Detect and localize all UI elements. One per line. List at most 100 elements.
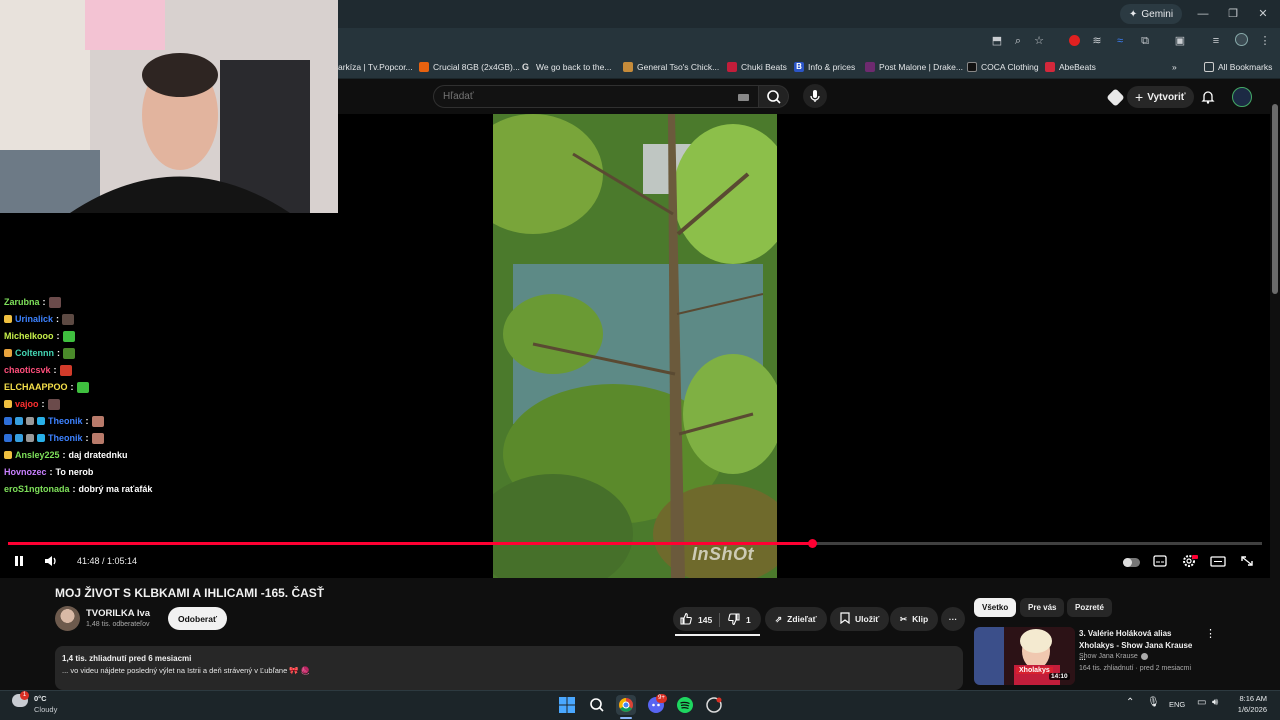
bookmark-favicon [967,62,977,72]
tray-overflow-icon[interactable]: ⌃ [1126,697,1134,708]
notifications-bell-icon[interactable] [1200,89,1216,105]
unsubscribe-button[interactable]: Odoberať [168,607,228,630]
clip-label: Klip [912,614,929,624]
recommended-video-thumbnail[interactable]: Xholakys 14:10 [974,627,1075,685]
bookmark-item[interactable]: AbeBeats [1045,59,1096,75]
create-button[interactable]: + Vytvoriť [1127,86,1194,108]
chat-message: Theonik: [4,414,104,428]
extension-icon[interactable] [1066,33,1082,49]
chip-watched[interactable]: Pozreté [1067,598,1112,617]
progress-scrubber[interactable] [808,539,817,548]
windows-start-icon[interactable] [557,695,577,715]
like-button[interactable]: 145 [679,612,712,628]
bookmark-item[interactable]: General Tso's Chick... [623,59,719,75]
search-icon[interactable] [587,695,607,715]
bookmark-star-icon[interactable]: ☆ [1031,33,1047,49]
bookmark-item[interactable]: COCA Clothing [967,59,1039,75]
extension-icon[interactable]: ≈ [1112,33,1128,49]
folder-icon [1204,62,1214,72]
extension-icon[interactable]: ≋ [1089,33,1105,49]
bookmark-favicon [419,62,429,72]
search-input[interactable] [443,89,723,104]
keyboard-icon[interactable] [738,94,749,101]
chat-separator: : [85,433,89,443]
bookmark-item[interactable]: Crucial 8GB (2x4GB)... [419,59,520,75]
zoom-icon[interactable]: ⌕ [1010,33,1026,49]
chat-text: dobrý ma raťafák [78,484,153,494]
share-icon: ⇗ [775,613,783,624]
thumbs-up-icon [679,612,693,628]
volume-icon[interactable] [42,553,60,569]
settings-gear-icon[interactable] [1180,553,1198,569]
chat-username: Theonik [48,416,83,426]
voice-search-button[interactable] [803,84,827,108]
share-button[interactable]: ⇗ Zdieľať [765,607,827,631]
weather-temperature[interactable]: 0°C [34,694,47,703]
video-title: MOJ ŽIVOT S KLBKAMI A IHLICAMI -165. ČAS… [55,586,325,600]
dislike-button[interactable]: 1 [727,612,751,628]
recommended-channel[interactable]: Show Jana Krause [1079,653,1148,660]
bookmark-label: Chuki Beats [741,62,787,72]
chat-message: Hovnozec: To nerob [4,465,93,479]
description-text: ... vo videu nájdete posledný výlet na I… [62,666,311,675]
more-actions-button[interactable]: ··· [941,607,965,631]
chat-badge-icon [4,434,12,442]
bookmark-item[interactable]: B Info & prices [794,59,855,75]
autoplay-toggle[interactable] [1122,553,1140,569]
close-icon[interactable]: ✕ [1254,5,1272,23]
kebab-menu-icon[interactable]: ⋮ [1205,627,1216,640]
account-avatar[interactable] [1232,87,1252,107]
like-underline [675,634,760,636]
bookmark-label: Info & prices [808,62,856,72]
chat-badge-icon [26,417,34,425]
language-indicator[interactable]: ENG [1169,700,1185,709]
spotify-icon[interactable] [675,695,695,715]
kebab-menu-icon[interactable]: ⋮ [1257,33,1273,49]
chat-separator: : [72,484,76,494]
bookmark-item[interactable]: Post Malone | Drake... [865,59,963,75]
theater-mode-icon[interactable] [1209,553,1227,569]
gemini-label: Gemini [1141,8,1174,20]
gemini-button[interactable]: ✦ Gemini [1120,4,1183,24]
bookmark-item[interactable]: G We go back to the... [522,59,611,75]
all-bookmarks-button[interactable]: All Bookmarks [1204,59,1272,75]
microphone-icon[interactable]: 🎙︎ [1147,697,1160,708]
side-panel-icon[interactable]: ▣ [1172,33,1188,49]
channel-avatar[interactable] [55,606,80,631]
restore-icon[interactable]: ❐ [1224,5,1242,23]
fullscreen-icon[interactable] [1238,553,1256,569]
clip-button[interactable]: ✂ Klip [890,607,939,631]
bookmark-label: arkíza | Tv.Popcor... [338,62,413,72]
pause-icon[interactable] [10,553,28,569]
bookmark-item[interactable]: arkíza | Tv.Popcor... [338,59,413,75]
media-controls-icon[interactable]: ≡ [1208,33,1224,49]
video-frame[interactable] [493,114,777,578]
chat-badge-icon [15,434,23,442]
sparkle-icon: ✦ [1129,8,1138,20]
app-icon[interactable] [704,695,724,715]
bookmark-item[interactable]: Chuki Beats [727,59,787,75]
install-app-icon[interactable]: ⬒ [989,33,1005,49]
search-button[interactable] [759,85,789,108]
clock-time[interactable]: 8:16 AM [1237,694,1267,703]
chat-separator: : [70,382,74,392]
chat-emote-icon [48,296,61,308]
subtitles-icon[interactable] [1151,553,1169,569]
video-watermark: InShOt [692,544,754,564]
channel-name[interactable]: TVORILKA Iva [86,608,150,619]
network-icon[interactable]: ▭ [1197,697,1206,708]
chip-for-you[interactable]: Pre vás [1020,598,1065,617]
chip-all[interactable]: Všetko [974,598,1017,617]
minimize-icon[interactable]: — [1194,5,1212,23]
chrome-icon[interactable] [616,695,636,715]
save-button[interactable]: Uložiť [830,607,890,631]
chat-username: chaoticsvk [4,365,51,375]
extensions-puzzle-icon[interactable]: ⧉ [1137,33,1153,49]
speaker-icon[interactable]: 🔊︎ [1212,697,1218,708]
bookmark-label: We go back to the... [536,62,612,72]
page-scrollbar-thumb[interactable] [1272,104,1278,294]
profile-avatar[interactable] [1233,33,1249,49]
bookmarks-overflow-icon[interactable]: » [1172,59,1177,75]
chat-message: Zarubna: [4,295,61,309]
discord-badge: 9+ [656,694,667,703]
